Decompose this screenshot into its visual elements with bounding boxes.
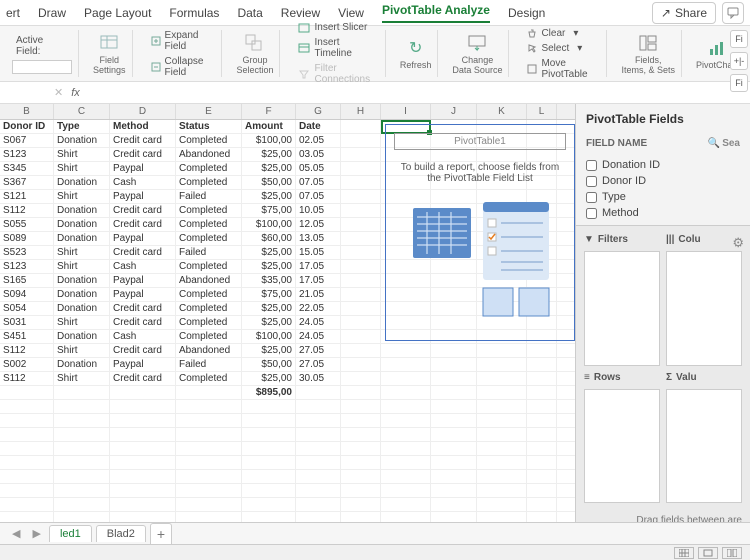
change-data-source-button[interactable]: Change Data Source — [446, 30, 509, 77]
menu-design[interactable]: Design — [508, 6, 545, 20]
gear-icon[interactable]: ⚙ — [732, 235, 744, 251]
filters-dropzone[interactable] — [584, 251, 660, 366]
filters-area-header: ▼Filters — [584, 234, 660, 245]
menu-data[interactable]: Data — [237, 6, 262, 20]
field-checkbox[interactable]: Donation ID — [586, 157, 740, 173]
sheet-tab-2[interactable]: Blad2 — [96, 525, 146, 542]
field-list: Donation IDDonor IDTypeMethod — [576, 153, 750, 225]
comments-button[interactable] — [722, 2, 744, 24]
fx-icon[interactable]: fx — [71, 87, 80, 99]
sheet-nav-prev[interactable]: ◀ — [8, 527, 24, 540]
field-list-toggle[interactable]: Fi — [730, 30, 748, 48]
table-row[interactable]: S112ShirtCredit cardAbandoned$25,0027.05 — [0, 344, 575, 358]
menu-page-layout[interactable]: Page Layout — [84, 6, 151, 20]
columns-area-header: |||Colu — [666, 234, 742, 245]
spreadsheet-grid[interactable]: BCDEFGHIJKL Donor IDTypeMethodStatusAmou… — [0, 104, 575, 534]
values-dropzone[interactable] — [666, 389, 742, 504]
refresh-icon: ↻ — [405, 37, 427, 59]
sheet-tab-1[interactable]: led1 — [49, 525, 92, 542]
rows-area-header: ≡Rows — [584, 372, 660, 383]
view-page-break-button[interactable] — [722, 547, 742, 559]
view-page-layout-button[interactable] — [698, 547, 718, 559]
fields-items-sets-button[interactable]: Fields, Items, & Sets — [615, 30, 682, 77]
chevron-down-icon: ▾ — [577, 43, 582, 54]
chevron-down-icon: ▾ — [573, 28, 578, 39]
table-row[interactable] — [0, 498, 575, 512]
pivottable-placeholder[interactable]: PivotTable1 To build a report, choose fi… — [385, 124, 575, 341]
group-selection-button[interactable]: Group Selection — [230, 30, 280, 77]
field-settings-button[interactable]: Field Settings — [87, 30, 133, 77]
search-icon: 🔍 — [708, 138, 720, 149]
table-row[interactable] — [0, 428, 575, 442]
field-checkbox[interactable]: Donor ID — [586, 173, 740, 189]
columns-icon: ||| — [666, 234, 674, 245]
values-area-header: ΣValu — [666, 372, 742, 383]
expand-field-button[interactable]: Expand Field — [147, 29, 216, 53]
column-headers[interactable]: BCDEFGHIJKL — [0, 104, 575, 120]
share-icon: ↗ — [661, 6, 671, 20]
filter-connections-button: Filter Connections — [294, 62, 378, 86]
table-row[interactable] — [0, 470, 575, 484]
active-field-group: Active Field: — [6, 30, 79, 77]
ribbon: Active Field: Field Settings Expand Fiel… — [0, 26, 750, 82]
menu-formulas[interactable]: Formulas — [169, 6, 219, 20]
share-button[interactable]: ↗Share — [652, 2, 716, 24]
table-row[interactable]: S002DonationPaypalFailed$50,0027.05 — [0, 358, 575, 372]
clear-button[interactable]: Clear▾ — [523, 27, 600, 40]
rows-dropzone[interactable] — [584, 389, 660, 504]
sheet-tabs: ◀ ▶ led1 Blad2 + — [0, 522, 750, 544]
insert-timeline-button[interactable]: Insert Timeline — [294, 36, 378, 60]
field-headers-toggle[interactable]: Fi — [730, 74, 748, 92]
filter-icon: ▼ — [584, 234, 594, 245]
menu-pivottable-analyze[interactable]: PivotTable Analyze — [382, 3, 490, 23]
refresh-button[interactable]: ↻ Refresh — [394, 30, 439, 77]
field-checkbox[interactable]: Type — [586, 189, 740, 205]
table-row[interactable] — [0, 456, 575, 470]
field-checkbox[interactable]: Method — [586, 205, 740, 221]
menu-review[interactable]: Review — [281, 6, 320, 20]
rows-icon: ≡ — [584, 372, 590, 383]
table-row[interactable]: $895,00 — [0, 386, 575, 400]
active-field-label: Active Field: — [12, 34, 72, 58]
collapse-field-button[interactable]: Collapse Field — [147, 55, 216, 79]
table-row[interactable]: S112ShirtCredit cardCompleted$25,0030.05 — [0, 372, 575, 386]
table-row[interactable] — [0, 442, 575, 456]
field-name-label: FIELD NAME — [586, 138, 647, 149]
menu-insert[interactable]: ert — [6, 6, 20, 20]
table-row[interactable] — [0, 414, 575, 428]
fields-pane-title: PivotTable Fields — [576, 104, 750, 134]
view-normal-button[interactable] — [674, 547, 694, 559]
sigma-icon: Σ — [666, 372, 672, 383]
menu-view[interactable]: View — [338, 6, 364, 20]
pivot-illustration — [405, 200, 555, 330]
pivottable-fields-pane: PivotTable Fields FIELD NAME 🔍Sea Donati… — [575, 104, 750, 534]
status-bar — [0, 544, 750, 560]
field-search[interactable]: 🔍Sea — [708, 138, 740, 149]
table-row[interactable] — [0, 400, 575, 414]
right-edge-buttons: Fi +|- Fi — [728, 26, 750, 96]
add-sheet-button[interactable]: + — [150, 523, 172, 544]
pivottable-message: To build a report, choose fields from th… — [386, 158, 574, 194]
active-field-input[interactable] — [12, 60, 72, 74]
select-button[interactable]: Select▾ — [523, 42, 600, 55]
cancel-icon[interactable]: ✕ — [54, 86, 63, 99]
sheet-nav-next[interactable]: ▶ — [28, 527, 44, 540]
move-pivottable-button[interactable]: Move PivotTable — [523, 57, 600, 81]
pivottable-name: PivotTable1 — [394, 133, 566, 150]
table-row[interactable] — [0, 484, 575, 498]
menu-draw[interactable]: Draw — [38, 6, 66, 20]
columns-dropzone[interactable] — [666, 251, 742, 366]
plusminusbuttons-toggle[interactable]: +|- — [730, 52, 748, 70]
insert-slicer-button[interactable]: Insert Slicer — [294, 21, 378, 34]
